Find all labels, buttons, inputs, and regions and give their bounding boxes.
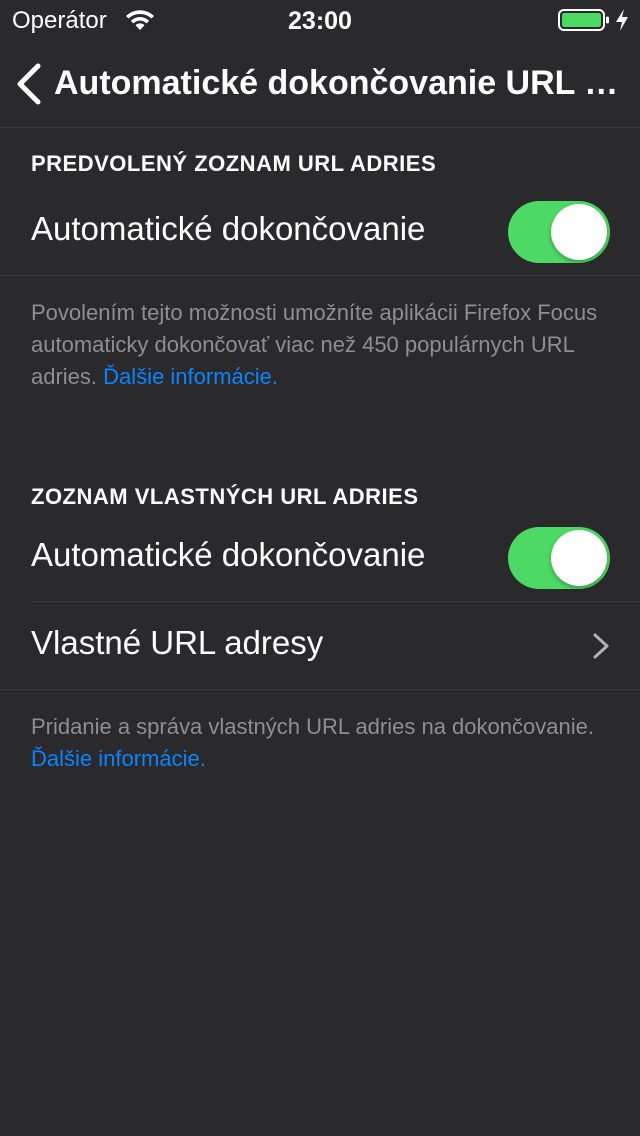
section-header-default-list: PREDVOLENÝ ZOZNAM URL ADRIES — [31, 151, 437, 176]
navigation-bar: Automatické dokončovanie URL adries — [0, 40, 640, 128]
custom-autocomplete-label: Automatické dokončovanie — [31, 536, 426, 573]
row-custom-autocomplete: Automatické dokončovanie — [0, 514, 640, 602]
toggle-knob — [551, 530, 607, 586]
divider — [0, 689, 640, 690]
default-autocomplete-label: Automatické dokončovanie — [31, 210, 426, 247]
default-list-footer: Povolením tejto možnosti umožníte apliká… — [31, 297, 621, 393]
battery-icon — [558, 9, 609, 31]
custom-list-footer: Pridanie a správa vlastných URL adries n… — [31, 711, 621, 775]
row-custom-urls[interactable]: Vlastné URL adresy — [0, 602, 640, 690]
divider — [0, 275, 640, 276]
default-list-learn-more-link[interactable]: Ďalšie informácie. — [103, 364, 278, 389]
chevron-right-icon — [593, 633, 609, 659]
screen: Operátor 23:00 Automatické dokončovanie … — [0, 0, 640, 1136]
back-chevron-icon[interactable] — [14, 60, 44, 108]
custom-list-footer-text: Pridanie a správa vlastných URL adries n… — [31, 714, 594, 739]
toggle-knob — [551, 204, 607, 260]
section-header-custom-list: ZOZNAM VLASTNÝCH URL ADRIES — [31, 484, 419, 509]
custom-urls-label: Vlastné URL adresy — [31, 624, 324, 661]
default-autocomplete-toggle[interactable] — [508, 201, 610, 263]
clock-time: 23:00 — [288, 7, 352, 35]
page-title: Automatické dokončovanie URL adries — [54, 64, 620, 102]
charging-bolt-icon — [616, 9, 628, 31]
status-bar: Operátor 23:00 — [0, 0, 640, 40]
custom-autocomplete-toggle[interactable] — [508, 527, 610, 589]
row-default-autocomplete: Automatické dokončovanie — [0, 188, 640, 276]
custom-list-learn-more-link[interactable]: Ďalšie informácie. — [31, 746, 206, 771]
